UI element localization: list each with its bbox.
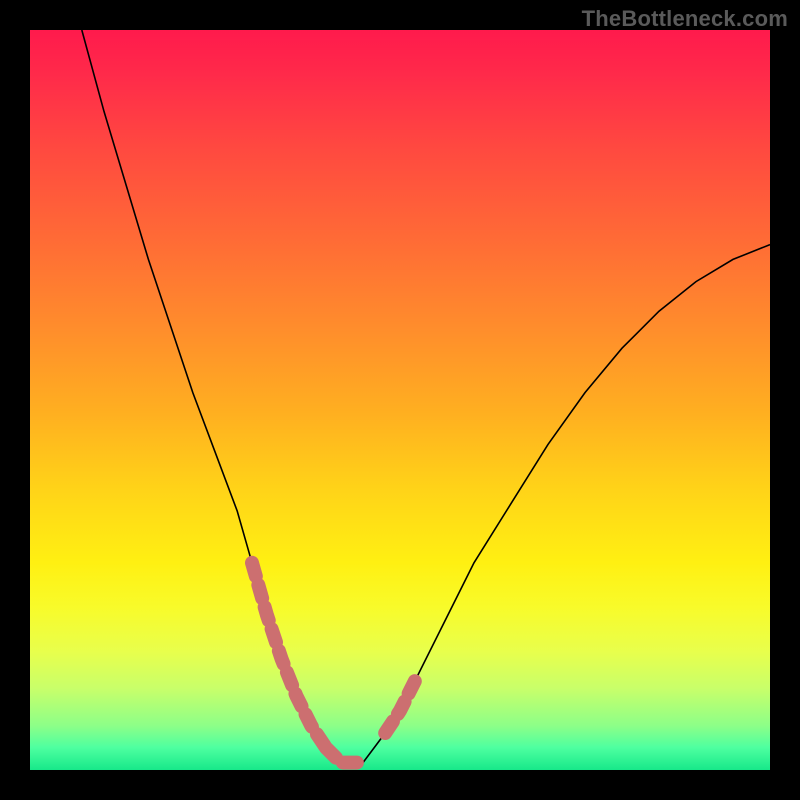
- valley-floor: [326, 748, 363, 763]
- valley-left-threshold: [252, 563, 326, 748]
- plot-area: [30, 30, 770, 770]
- watermark-text: TheBottleneck.com: [582, 6, 788, 32]
- chart-frame: TheBottleneck.com: [0, 0, 800, 800]
- curve-layer: [30, 30, 770, 770]
- bottleneck-curve: [82, 30, 770, 763]
- valley-right-threshold: [385, 681, 415, 733]
